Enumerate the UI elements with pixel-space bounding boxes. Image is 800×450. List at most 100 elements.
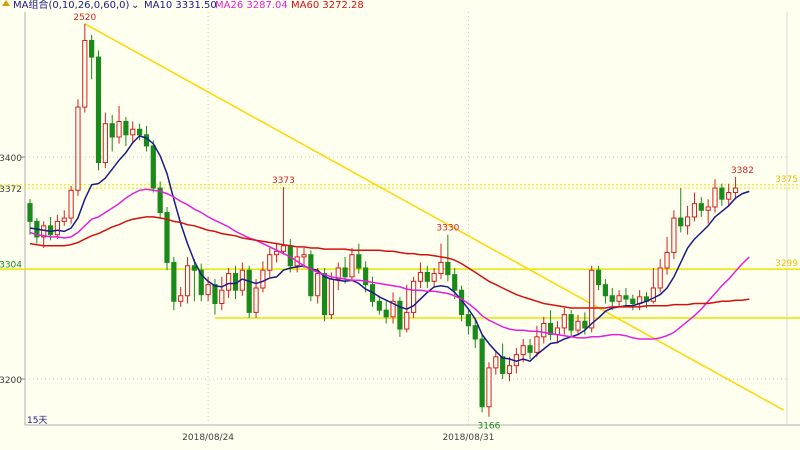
candle-body-down <box>246 269 252 313</box>
candle-body-down <box>212 284 218 305</box>
candle-body-down <box>95 56 102 164</box>
candle-body-up <box>657 267 663 289</box>
legend-ma10: MA10 3331.50 <box>144 0 217 11</box>
indicator-triangle-icon <box>2 0 10 6</box>
candle-body-down <box>527 345 533 353</box>
candle-body-up <box>671 217 677 253</box>
candle-body-down <box>500 356 506 374</box>
plot-area: 2520 3373 3330 3382 3166 3400 3200 2018/08/24 2… <box>0 0 800 450</box>
period-label: 15天 <box>27 416 47 426</box>
candle-body-up <box>349 254 355 278</box>
candle-body-down <box>89 39 95 58</box>
candle-body-up <box>506 365 513 374</box>
candle-body-up <box>68 189 74 219</box>
candle-body-down <box>150 145 156 189</box>
indicator-name[interactable]: MA组合(0,10,26,0,60,0) <box>13 0 129 12</box>
candle-body-up <box>664 251 670 269</box>
candle-body-down <box>568 314 574 331</box>
candle-body-down <box>424 271 430 282</box>
candle-body-up <box>575 320 581 331</box>
price-label-3299: 3299 <box>775 259 798 269</box>
candle-body-down <box>609 295 615 302</box>
candle-body-down <box>445 261 451 276</box>
candle-body-down <box>356 254 362 269</box>
candle-body-down <box>678 217 684 227</box>
candle-body-up <box>75 106 81 191</box>
candle-body-down <box>308 254 314 297</box>
candle-body-up <box>315 273 321 297</box>
candle-body-down <box>137 128 143 136</box>
y-tick-label-3200: 3200 <box>0 376 22 386</box>
candle-body-up <box>554 327 561 336</box>
candle-body-down <box>630 298 636 305</box>
candle-body-up <box>541 323 547 338</box>
candle-body-up <box>404 311 410 330</box>
candle-body-up <box>705 206 711 211</box>
candle-body-down <box>376 300 382 311</box>
price-label-3372: 3372 <box>0 185 22 195</box>
candle-body-down <box>719 187 725 200</box>
candle-body-up <box>274 250 280 256</box>
candle-body-up <box>205 284 211 296</box>
candle-body-up <box>417 271 424 282</box>
candle-body-down <box>452 274 458 291</box>
legend-ma26: MA26 3287.04 <box>215 0 288 11</box>
candle-body-up <box>431 273 437 282</box>
candle-body-up <box>534 336 540 353</box>
candle-body-down <box>595 269 602 286</box>
candle-body-up <box>54 220 60 236</box>
candle-body-up <box>130 128 136 136</box>
candle-body-down <box>465 314 471 327</box>
candle-body-up <box>328 278 334 316</box>
candle-body-down <box>623 295 629 300</box>
candle-body-down <box>321 273 328 316</box>
candle-body-up <box>486 367 492 408</box>
candle-body-down <box>472 325 478 340</box>
candle-body-down <box>342 267 348 278</box>
candle-body-down <box>698 203 704 211</box>
candle-body-up <box>301 254 307 258</box>
candle-body-up <box>685 216 691 227</box>
candle-body-up <box>493 356 499 369</box>
candle-body-up <box>226 273 232 291</box>
candle-body-down <box>383 309 389 318</box>
candle-body-up <box>116 120 122 138</box>
candle-body-up <box>616 295 622 302</box>
candle-body-up <box>589 269 595 329</box>
candle-body-down <box>109 123 115 138</box>
legend-ma60: MA60 3272.28 <box>291 0 364 11</box>
extreme-label-2520: 2520 <box>73 13 96 23</box>
candle-body-down <box>171 261 177 302</box>
candle-body-down <box>27 203 33 222</box>
candle-body-up <box>726 192 732 200</box>
candle-body-up <box>520 345 526 356</box>
candle-body-up <box>260 269 266 289</box>
candle-body-up <box>712 187 718 208</box>
candle-body-up <box>732 187 739 194</box>
candle-body-up <box>411 280 417 313</box>
extreme-label-3373: 3373 <box>272 176 295 186</box>
candle-body-up <box>438 261 444 275</box>
price-label-3375: 3375 <box>775 175 798 185</box>
candle-body-down <box>479 338 485 408</box>
candle-body-up <box>102 123 108 164</box>
candle-body-up <box>691 203 698 218</box>
extreme-label-3330: 3330 <box>436 224 459 234</box>
candle-body-down <box>582 320 588 329</box>
candle-body-up <box>82 39 88 108</box>
candle-body-down <box>143 134 150 147</box>
candle-body-down <box>191 265 198 271</box>
candle-body-up <box>561 314 567 329</box>
price-label-3304: 3304 <box>0 261 22 271</box>
candle-body-down <box>602 284 608 297</box>
y-tick-label-3400: 3400 <box>0 154 22 164</box>
x-tick-label: 2018/08/24 <box>182 433 234 443</box>
candle-body-up <box>178 295 184 302</box>
extreme-label-3166: 3166 <box>477 422 500 432</box>
candle-body-up <box>219 289 225 305</box>
candle-body-up <box>267 254 273 271</box>
indicator-dropdown-icon[interactable]: ⌄ <box>131 0 139 12</box>
extreme-label-3382: 3382 <box>731 166 754 176</box>
candle-body-up <box>61 217 67 222</box>
candle-body-down <box>123 120 129 136</box>
